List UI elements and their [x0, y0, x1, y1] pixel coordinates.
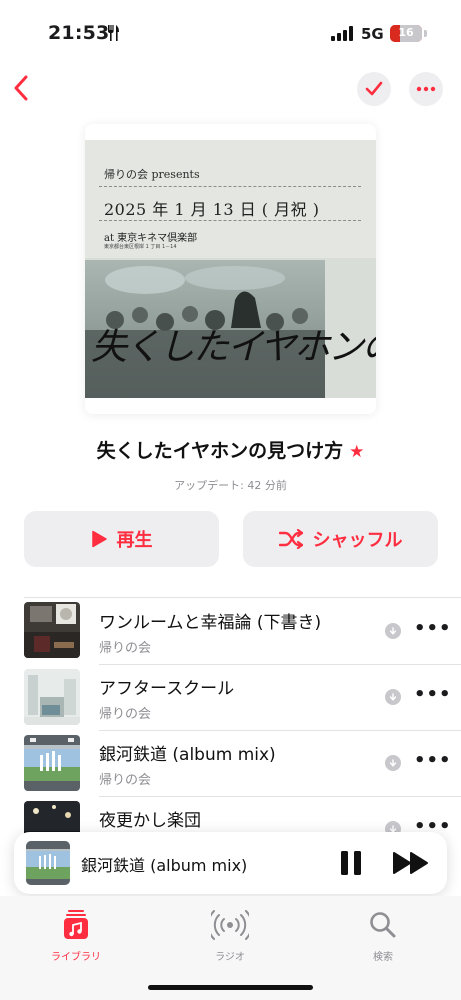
star-icon: ★ — [349, 442, 365, 462]
tab-search-label: 検索 — [373, 952, 393, 963]
more-button[interactable] — [409, 72, 443, 106]
battery-nub — [424, 30, 427, 37]
track-row[interactable]: ワンルームと幸福論 (下書き) 帰りの会 ••• — [0, 599, 461, 664]
status-bar: 21:53 5G 16 — [0, 0, 461, 60]
track-title: ワンルームと幸福論 (下書き) — [99, 613, 322, 633]
back-button[interactable] — [6, 70, 36, 106]
track-artist: 帰りの会 — [99, 707, 152, 722]
track-more-icon[interactable]: ••• — [414, 684, 451, 705]
divider — [24, 597, 461, 598]
shuffle-icon — [278, 529, 303, 549]
tab-search[interactable]: 検索 — [338, 910, 428, 963]
tab-library[interactable]: ライブラリ — [31, 910, 121, 963]
now-playing-artwork — [26, 841, 70, 885]
play-label: 再生 — [116, 530, 153, 551]
track-artwork — [24, 669, 80, 725]
mini-player[interactable]: 銀河鉄道 (album mix) — [14, 832, 447, 894]
poster-title: 失くしたイヤホンの見つけ方 — [91, 327, 376, 368]
poster-rule — [99, 186, 361, 187]
forward-icon — [393, 852, 428, 874]
tab-radio-label: ラジオ — [215, 952, 245, 963]
download-icon[interactable] — [385, 689, 401, 705]
radio-icon — [207, 910, 253, 940]
pause-button[interactable] — [336, 848, 366, 878]
poster-date: 2025 年 1 月 13 日 ( 月祝 ) — [104, 200, 320, 219]
poster-address: 東京都台東区根岸 1 丁目 1－14 — [104, 244, 177, 250]
battery-level: 16 — [398, 26, 414, 39]
download-icon[interactable] — [385, 755, 401, 771]
skip-forward-button[interactable] — [392, 850, 430, 876]
track-artist: 帰りの会 — [99, 773, 152, 788]
network-type: 5G — [361, 25, 384, 43]
poster-rule — [99, 220, 361, 221]
tab-library-label: ライブラリ — [51, 952, 101, 963]
library-icon — [64, 910, 88, 939]
track-artwork — [24, 735, 80, 791]
shuffle-button[interactable]: シャッフル — [243, 511, 438, 567]
play-icon — [91, 530, 107, 548]
fork-knife-icon — [108, 25, 119, 41]
track-more-icon[interactable]: ••• — [414, 750, 451, 771]
checkmark-icon — [365, 81, 383, 96]
download-icon[interactable] — [385, 623, 401, 639]
track-artwork — [24, 602, 80, 658]
playlist-artwork-card: 帰りの会 presents 2025 年 1 月 13 日 ( 月祝 ) at … — [85, 124, 376, 414]
track-title: アフタースクール — [99, 679, 235, 699]
pause-icon — [341, 851, 361, 875]
poster-presenter: 帰りの会 presents — [104, 168, 200, 181]
track-artist: 帰りの会 — [99, 641, 152, 656]
track-row[interactable]: 銀河鉄道 (album mix) 帰りの会 ••• — [0, 731, 461, 796]
playlist-artwork: 帰りの会 presents 2025 年 1 月 13 日 ( 月祝 ) at … — [85, 140, 376, 398]
chevron-left-icon — [14, 75, 28, 101]
clock: 21:53 — [48, 22, 110, 44]
track-row[interactable]: アフタースクール 帰りの会 ••• — [0, 665, 461, 730]
now-playing-title: 銀河鉄道 (album mix) — [81, 856, 248, 875]
shuffle-label: シャッフル — [312, 530, 403, 551]
ellipsis-icon — [416, 86, 436, 92]
search-icon — [370, 912, 396, 938]
home-indicator[interactable] — [148, 985, 313, 990]
signal-icon — [331, 26, 353, 41]
updated-timestamp: アップデート: 42 分前 — [174, 479, 287, 492]
track-title: 夜更かし楽団 — [99, 811, 201, 831]
track-title: 銀河鉄道 (album mix) — [99, 745, 276, 765]
battery-icon: 16 — [390, 25, 422, 42]
play-button[interactable]: 再生 — [24, 511, 219, 567]
poster-venue: at 東京キネマ倶楽部 — [104, 233, 198, 244]
playlist-title: 失くしたイヤホンの見つけ方 — [96, 440, 344, 462]
tab-radio[interactable]: ラジオ — [185, 910, 275, 963]
track-more-icon[interactable]: ••• — [414, 618, 451, 639]
check-button[interactable] — [357, 72, 391, 106]
playlist-title-row: 失くしたイヤホンの見つけ方 ★ — [0, 436, 461, 463]
